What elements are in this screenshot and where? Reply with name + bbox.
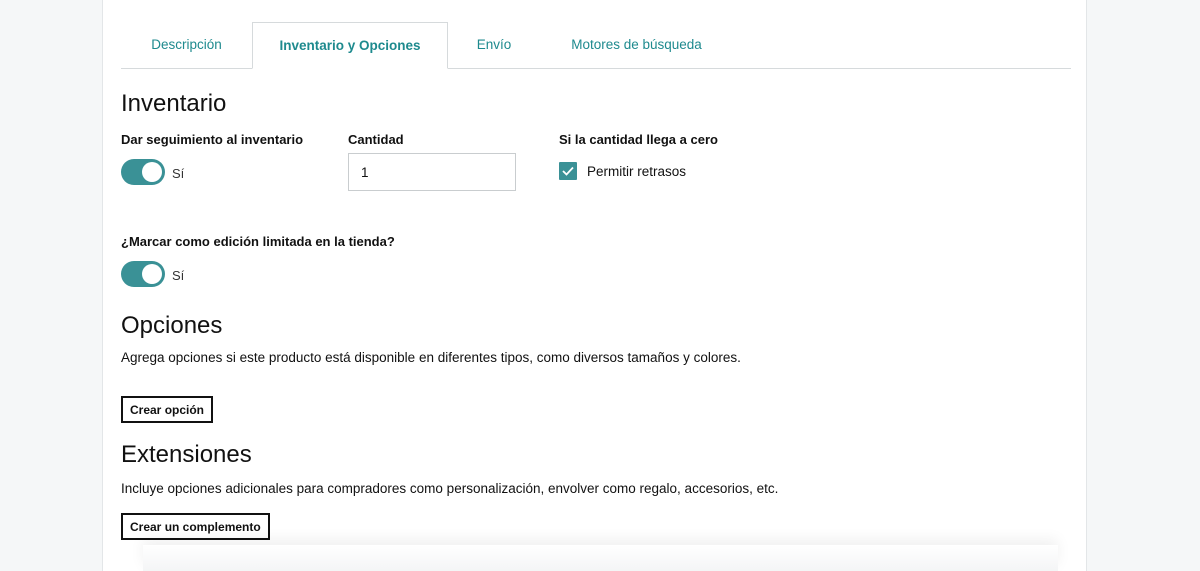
options-description: Agrega opciones si este producto está di…: [121, 350, 741, 365]
quantity-input[interactable]: [348, 153, 516, 191]
tab-inventario-opciones[interactable]: Inventario y Opciones: [252, 22, 448, 69]
allow-backorder-checkbox[interactable]: [559, 162, 577, 180]
inventory-heading: Inventario: [121, 90, 227, 117]
track-inventory-toggle-text: Sí: [172, 166, 185, 181]
limited-edition-label: ¿Marcar como edición limitada en la tien…: [121, 234, 395, 249]
options-heading: Opciones: [121, 312, 223, 339]
track-inventory-toggle[interactable]: [121, 159, 165, 185]
extensions-description: Incluye opciones adicionales para compra…: [121, 481, 779, 496]
check-icon: [562, 166, 574, 176]
tab-descripcion[interactable]: Descripción: [121, 22, 252, 68]
extensions-heading: Extensiones: [121, 441, 252, 468]
limited-edition-toggle[interactable]: [121, 261, 165, 287]
tab-bar: Descripción Inventario y Opciones Envío …: [121, 22, 1071, 69]
create-option-button[interactable]: Crear opción: [121, 396, 214, 423]
toggle-knob: [142, 264, 162, 284]
bottom-card-edge: [143, 545, 1058, 571]
zero-quantity-label: Si la cantidad llega a cero: [559, 132, 718, 147]
product-editor-panel: Descripción Inventario y Opciones Envío …: [102, 0, 1087, 571]
quantity-label: Cantidad: [348, 132, 404, 147]
tab-motores-busqueda[interactable]: Motores de búsqueda: [540, 22, 733, 68]
toggle-knob: [142, 162, 162, 182]
allow-backorder-label: Permitir retrasos: [587, 164, 687, 179]
create-addon-button[interactable]: Crear un complemento: [121, 513, 270, 540]
limited-edition-toggle-text: Sí: [172, 268, 185, 283]
track-inventory-label: Dar seguimiento al inventario: [121, 132, 304, 147]
tab-envio[interactable]: Envío: [448, 22, 540, 68]
